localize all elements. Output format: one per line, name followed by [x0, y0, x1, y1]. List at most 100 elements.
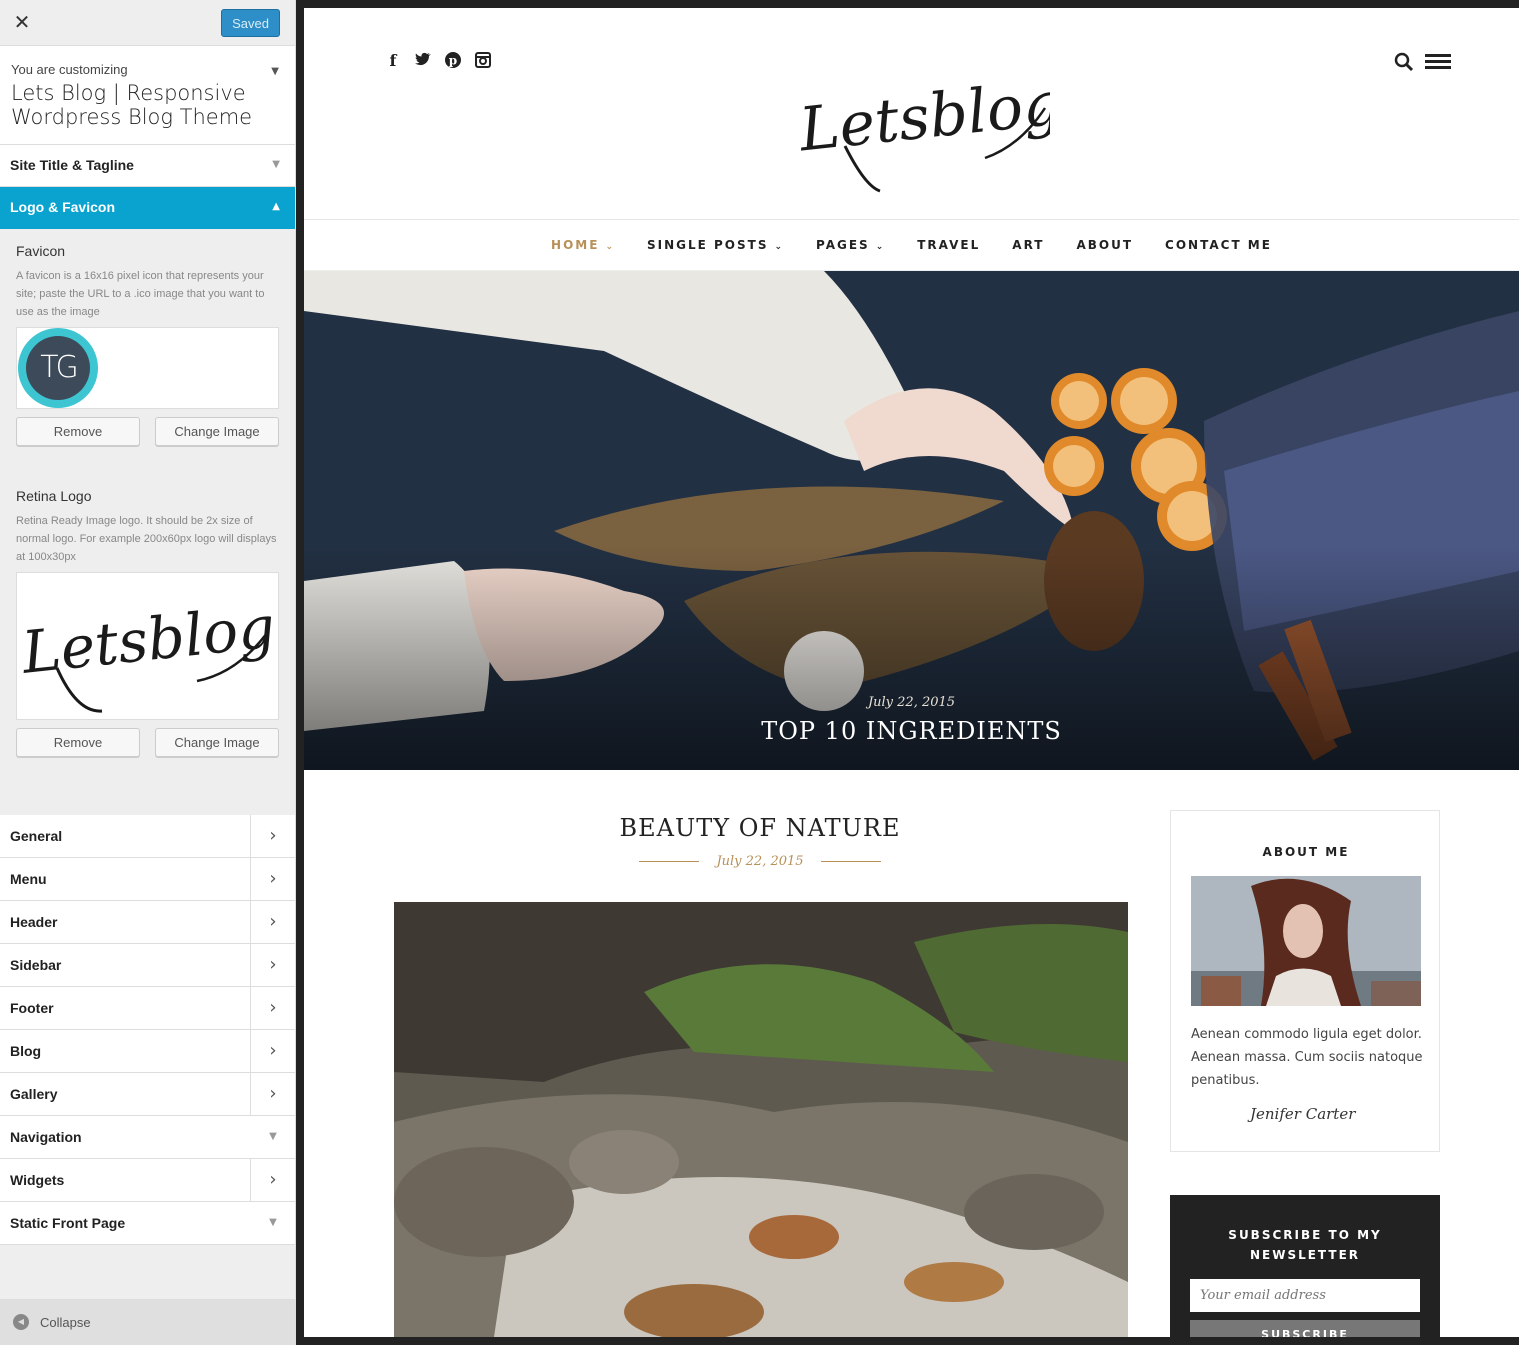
panel-menu[interactable]: Menu ›: [0, 858, 295, 901]
panel-label: Navigation: [10, 1129, 82, 1145]
collapse-button[interactable]: ◀ Collapse: [0, 1299, 295, 1345]
about-heading: ABOUT ME: [1262, 845, 1350, 859]
section-logo-favicon[interactable]: Logo & Favicon ▲: [0, 187, 295, 229]
newsletter-email-input[interactable]: [1190, 1279, 1420, 1312]
chevron-down-icon: ⌄: [605, 242, 615, 252]
collapse-arrow-icon: ◀: [13, 1314, 29, 1330]
chevron-right-icon[interactable]: ›: [250, 901, 295, 943]
post-title[interactable]: BEAUTY OF NATURE: [394, 814, 1126, 842]
panel-navigation[interactable]: Navigation ▼: [0, 1116, 295, 1159]
post-featured-image[interactable]: [394, 902, 1128, 1337]
retina-remove-button[interactable]: Remove: [16, 728, 140, 757]
retina-change-image-button[interactable]: Change Image: [155, 728, 279, 757]
panel-gallery[interactable]: Gallery ›: [0, 1073, 295, 1116]
panel-label: General: [10, 828, 63, 844]
customizer-panels: General › Menu › Header › Sidebar › Footer › …: [0, 815, 295, 1245]
chevron-right-icon[interactable]: ›: [250, 858, 295, 900]
svg-text:Jenifer Carter: Jenifer Carter: [1247, 1105, 1356, 1123]
panel-label: Sidebar: [10, 957, 62, 973]
subscribe-button[interactable]: SUBSCRIBE: [1190, 1320, 1420, 1337]
collapse-label: Collapse: [40, 1315, 91, 1330]
retina-logo-image: Letsblog: [18, 593, 278, 713]
facebook-icon[interactable]: f: [384, 52, 402, 70]
retina-logo-title: Retina Logo: [16, 488, 92, 504]
hero-slide[interactable]: July 22, 2015 TOP 10 INGREDIENTS: [304, 271, 1519, 770]
social-links: f p: [384, 52, 492, 70]
about-photo: [1191, 876, 1421, 1006]
customizing-label: You are customizing: [11, 62, 128, 77]
saved-button[interactable]: Saved: [221, 9, 280, 37]
nav-single-posts[interactable]: SINGLE POSTS ⌄: [647, 238, 784, 252]
hero-date: July 22, 2015: [867, 695, 956, 710]
nav-about[interactable]: ABOUT: [1076, 238, 1133, 252]
panel-static-front-page[interactable]: Static Front Page ▼: [0, 1202, 295, 1245]
customizer-topbar: ✕ Saved: [0, 0, 295, 46]
panel-label: Blog: [10, 1043, 42, 1059]
chevron-right-icon[interactable]: ›: [250, 944, 295, 986]
newsletter-widget: SUBSCRIBE TO MY NEWSLETTER SUBSCRIBE: [1170, 1195, 1440, 1337]
caret-down-icon[interactable]: ▼: [251, 1116, 295, 1158]
section-label: Site Title & Tagline: [10, 157, 134, 173]
post-date: July 22, 2015: [716, 854, 804, 869]
theme-title: Lets Blog | Responsive Wordpress Blog Th…: [11, 81, 253, 129]
favicon-remove-button[interactable]: Remove: [16, 417, 140, 446]
panel-label: Menu: [10, 871, 47, 887]
caret-down-icon[interactable]: ▼: [251, 1202, 295, 1244]
close-icon[interactable]: ✕: [12, 10, 32, 34]
chevron-down-icon: ⌄: [875, 242, 886, 252]
hero-title[interactable]: TOP 10 INGREDIENTS: [304, 717, 1519, 745]
panel-label: Widgets: [10, 1172, 65, 1188]
signature-image: Jenifer Carter: [1246, 1093, 1366, 1133]
caret-down-icon: ▼: [272, 159, 280, 170]
section-site-title[interactable]: Site Title & Tagline ▼: [0, 145, 295, 187]
hamburger-menu-icon[interactable]: [1425, 54, 1451, 70]
newsletter-heading: SUBSCRIBE TO MY NEWSLETTER: [1228, 1228, 1382, 1262]
chevron-right-icon[interactable]: ›: [250, 1073, 295, 1115]
panel-label: Footer: [10, 1000, 54, 1016]
panel-footer[interactable]: Footer ›: [0, 987, 295, 1030]
nav-pages[interactable]: PAGES ⌄: [816, 238, 885, 252]
panel-blog[interactable]: Blog ›: [0, 1030, 295, 1073]
site-preview: f p Letsblog HOME ⌄ SINGLE POSTS ⌄ PAGES…: [304, 8, 1519, 1337]
panel-sidebar[interactable]: Sidebar ›: [0, 944, 295, 987]
pinterest-icon[interactable]: p: [444, 52, 462, 70]
nav-contact[interactable]: CONTACT ME: [1165, 238, 1272, 252]
search-icon[interactable]: [1394, 52, 1414, 72]
instagram-icon[interactable]: [474, 52, 492, 70]
caret-down-icon[interactable]: ▼: [271, 66, 279, 77]
customizer-sidebar: ✕ Saved You are customizing Lets Blog | …: [0, 0, 296, 1345]
caret-up-icon: ▲: [272, 201, 280, 212]
favicon-title: Favicon: [16, 243, 66, 259]
logo-favicon-panel: Favicon A favicon is a 16x16 pixel icon …: [0, 229, 295, 815]
favicon-logo-text: TG: [26, 336, 90, 400]
favicon-image: TG: [18, 328, 98, 408]
svg-text:Letsblog: Letsblog: [795, 68, 1050, 165]
svg-text:Letsblog: Letsblog: [18, 593, 275, 687]
about-widget: ABOUT ME Aenean commodo ligula eget dolo…: [1170, 810, 1440, 1152]
site-header: f p Letsblog: [304, 8, 1519, 220]
chevron-right-icon[interactable]: ›: [250, 815, 295, 857]
nav-travel[interactable]: TRAVEL: [917, 238, 980, 252]
divider: [820, 861, 881, 862]
site-logo[interactable]: Letsblog: [790, 46, 1064, 196]
nav-art[interactable]: ART: [1012, 238, 1044, 252]
panel-widgets[interactable]: Widgets ›: [0, 1159, 295, 1202]
panel-label: Header: [10, 914, 58, 930]
chevron-down-icon: ⌄: [774, 242, 785, 252]
panel-label: Static Front Page: [10, 1215, 126, 1231]
chevron-right-icon[interactable]: ›: [250, 1159, 295, 1201]
panel-general[interactable]: General ›: [0, 815, 295, 858]
chevron-right-icon[interactable]: ›: [250, 987, 295, 1029]
nav-home[interactable]: HOME ⌄: [551, 238, 615, 252]
twitter-icon[interactable]: [414, 52, 432, 70]
chevron-right-icon[interactable]: ›: [250, 1030, 295, 1072]
divider: [639, 861, 700, 862]
panel-label: Gallery: [10, 1086, 58, 1102]
section-label: Logo & Favicon: [10, 199, 115, 215]
retina-logo-preview: Letsblog: [16, 572, 279, 720]
panel-header[interactable]: Header ›: [0, 901, 295, 944]
favicon-change-image-button[interactable]: Change Image: [155, 417, 279, 446]
customizing-info[interactable]: You are customizing Lets Blog | Responsi…: [0, 46, 295, 145]
about-text: Aenean commodo ligula eget dolor. Aenean…: [1191, 1027, 1423, 1088]
post-meta: July 22, 2015: [394, 851, 1126, 870]
